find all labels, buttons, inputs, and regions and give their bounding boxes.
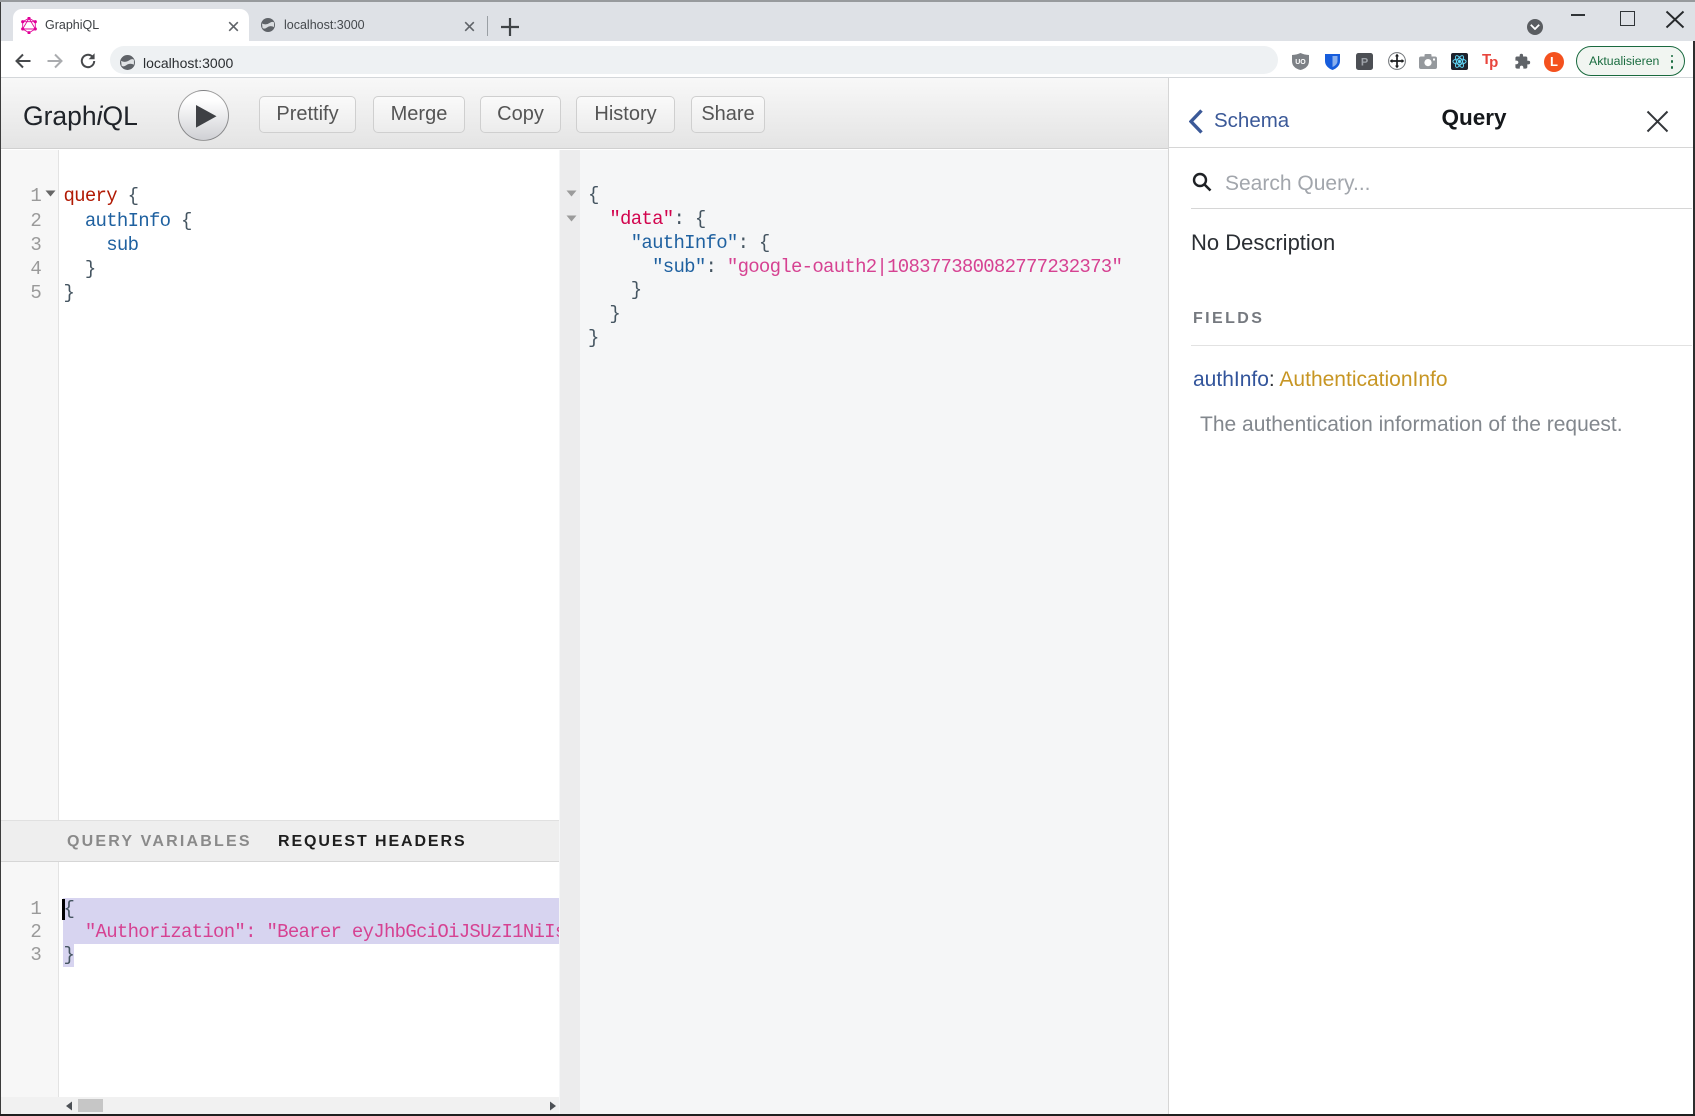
svg-text:UO: UO xyxy=(1295,59,1306,66)
svg-text:P: P xyxy=(1361,57,1368,69)
